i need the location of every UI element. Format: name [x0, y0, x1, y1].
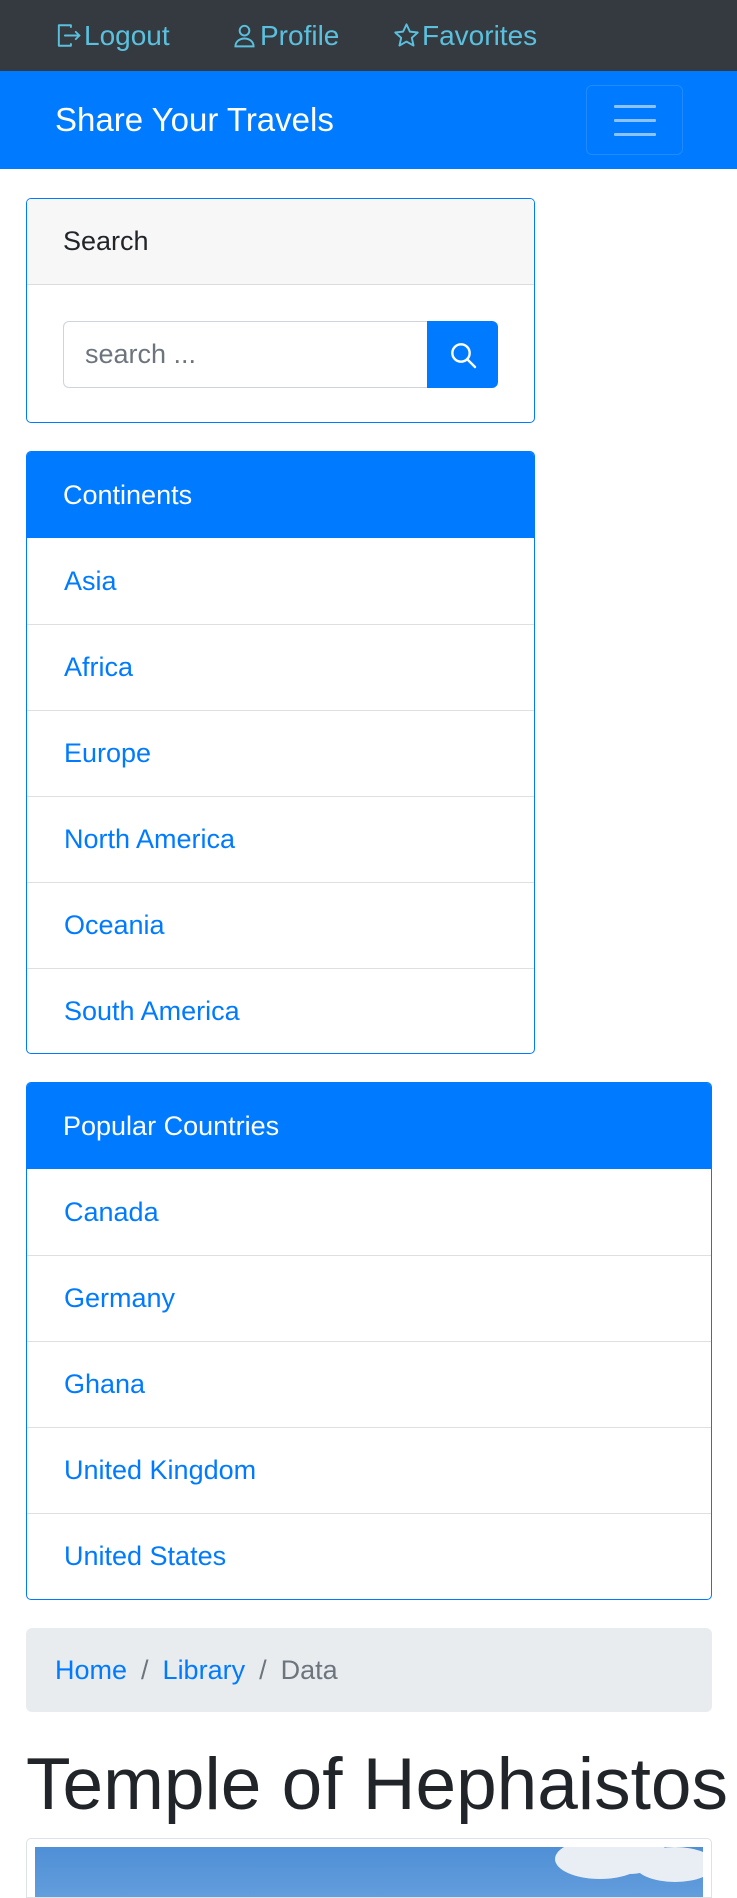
continent-item-oceania[interactable]: Oceania: [27, 882, 534, 968]
logout-label: Logout: [84, 19, 170, 51]
continents-card-header: Continents: [27, 452, 534, 538]
country-item-united-kingdom[interactable]: United Kingdom: [27, 1427, 711, 1513]
navbar-toggler-button[interactable]: [586, 85, 683, 155]
profile-label: Profile: [260, 19, 340, 51]
breadcrumb-separator: /: [259, 1654, 267, 1685]
breadcrumb-separator: /: [141, 1654, 149, 1685]
search-input[interactable]: [63, 321, 427, 388]
continent-item-europe[interactable]: Europe: [27, 710, 534, 796]
top-utility-bar: Logout Profile Favorites: [0, 0, 737, 71]
hamburger-icon-bar: [613, 118, 656, 122]
search-button[interactable]: [427, 321, 498, 388]
search-card: Search: [26, 198, 535, 423]
search-icon: [450, 342, 476, 368]
popular-countries-card: Popular Countries Canada Germany Ghana U…: [26, 1082, 712, 1600]
brand-link[interactable]: Share Your Travels: [55, 71, 334, 169]
logout-icon: [57, 24, 81, 47]
photo-cloud: [635, 1847, 703, 1882]
continent-item-north-america[interactable]: North America: [27, 796, 534, 882]
continent-item-asia[interactable]: Asia: [27, 538, 534, 624]
continents-card: Continents Asia Africa Europe North Amer…: [26, 451, 535, 1054]
page-title: Temple of Hephaistos: [26, 1744, 728, 1825]
country-item-canada[interactable]: Canada: [27, 1169, 711, 1255]
continent-item-africa[interactable]: Africa: [27, 624, 534, 710]
country-item-united-states[interactable]: United States: [27, 1513, 711, 1599]
continent-item-south-america[interactable]: South America: [27, 968, 534, 1053]
profile-link[interactable]: Profile: [230, 0, 339, 71]
favorites-link[interactable]: Favorites: [392, 0, 537, 71]
breadcrumb-library-link[interactable]: Library: [163, 1655, 246, 1686]
country-item-germany[interactable]: Germany: [27, 1255, 711, 1341]
popular-countries-card-header: Popular Countries: [27, 1083, 711, 1169]
logout-link[interactable]: Logout: [54, 0, 170, 71]
user-icon: [234, 24, 255, 48]
temple-photo: [35, 1847, 703, 1897]
country-item-ghana[interactable]: Ghana: [27, 1341, 711, 1427]
search-card-body: [27, 285, 534, 422]
hamburger-icon-bar: [613, 104, 656, 108]
star-icon: [394, 23, 419, 47]
breadcrumb: Home / Library / Data: [26, 1628, 712, 1712]
popular-countries-list: Canada Germany Ghana United Kingdom Unit…: [27, 1169, 711, 1599]
favorites-label: Favorites: [422, 19, 538, 51]
search-card-header: Search: [27, 199, 534, 285]
hamburger-icon-bar: [613, 132, 656, 136]
photo-card: [26, 1838, 712, 1898]
breadcrumb-active-item: Data: [280, 1654, 338, 1685]
main-navbar: Share Your Travels: [0, 71, 737, 169]
breadcrumb-home-link[interactable]: Home: [55, 1655, 127, 1686]
continents-list: Asia Africa Europe North America Oceania…: [27, 538, 534, 1053]
